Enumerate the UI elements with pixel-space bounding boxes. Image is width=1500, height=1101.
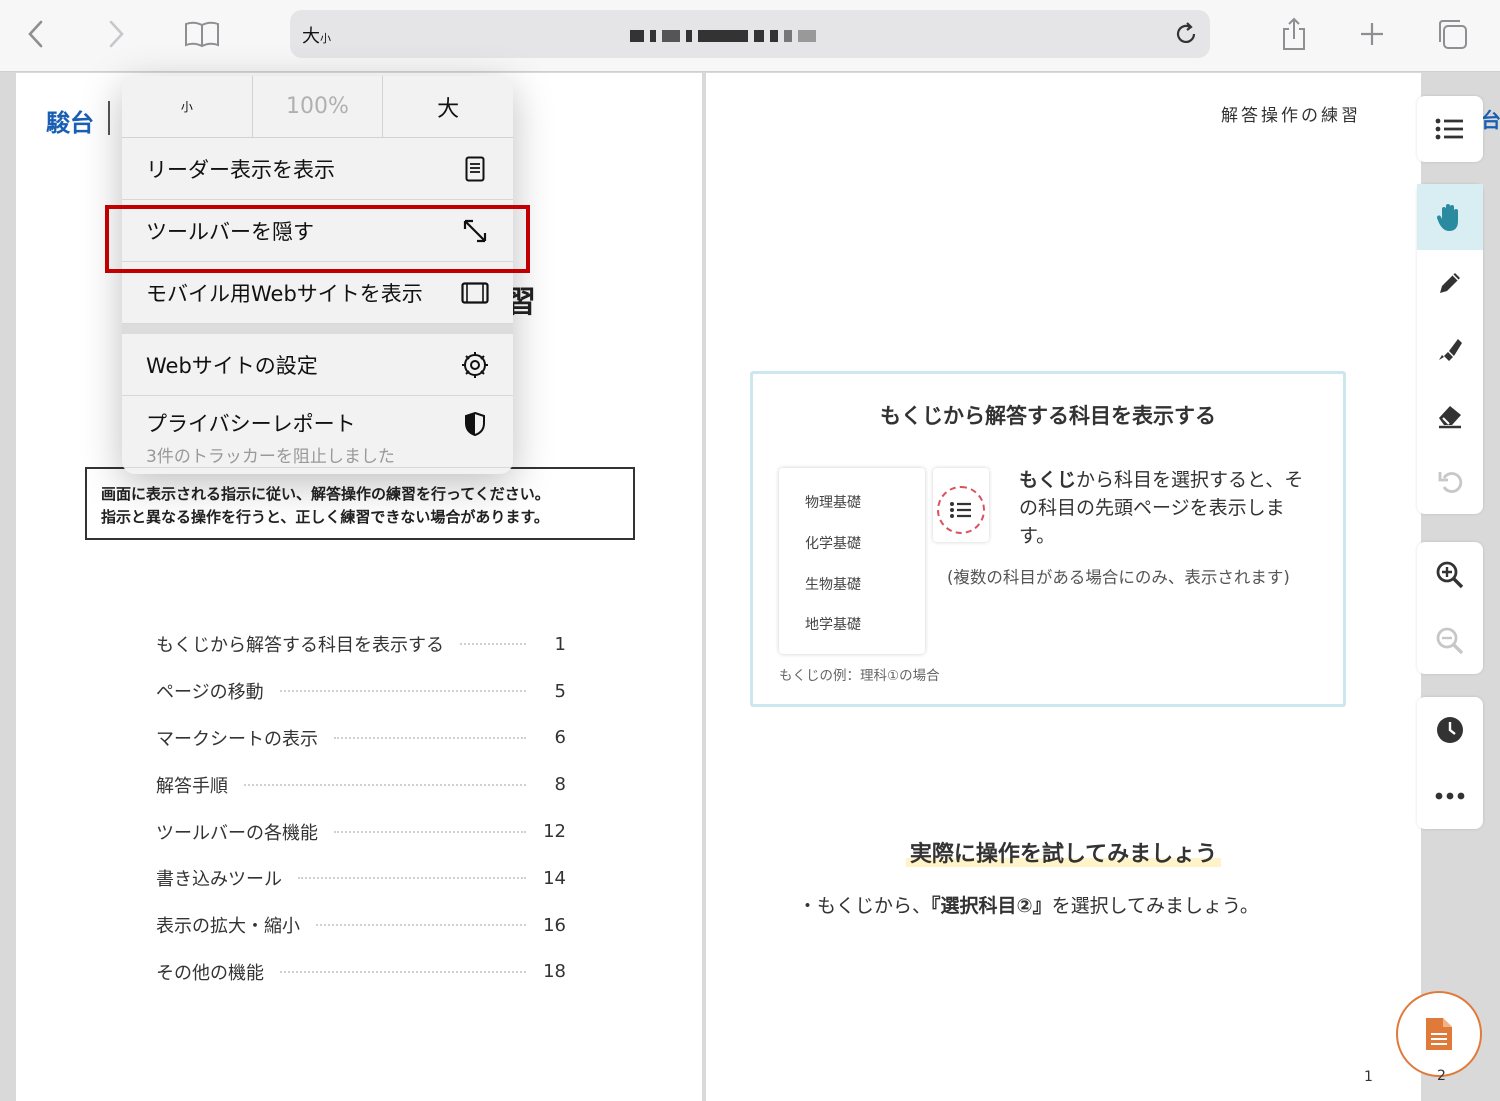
logo-divider [108,101,110,135]
toc-panel [1417,96,1483,162]
menu-item-reader[interactable]: リーダー表示を表示 [122,138,513,200]
mobile-frame-icon [461,279,489,307]
text-size-button[interactable]: 大小 [302,22,331,48]
menu-item-label: リーダー表示を表示 [146,157,335,182]
url-text-redacted [630,30,870,42]
toc-item[interactable]: その他の機能 18 [156,949,566,996]
toc-item[interactable]: もくじから解答する科目を表示する 1 [156,621,566,668]
text-zoom-row: 小 100% 大 [122,76,513,138]
zoom-out-icon[interactable] [1417,608,1483,674]
highlighter-icon[interactable] [1417,316,1483,382]
card-title: もくじから解答する科目を表示する [880,404,1216,428]
more-options-icon[interactable] [1417,763,1483,829]
zoom-percentage[interactable]: 100% [253,76,384,137]
right-page: 解答操作の練習 もくじから解答する科目を表示する 物理基礎 化学基礎 生物基礎 … [706,73,1421,1101]
example-caption: もくじの例：理科①の場合 [779,668,940,684]
page-header: 解答操作の練習 [1221,106,1361,126]
edge-logo-fragment: 台 [1481,108,1500,132]
zoom-in-icon[interactable] [1417,542,1483,608]
zoom-panel [1417,542,1483,674]
table-of-contents: もくじから解答する科目を表示する 1 ページの移動 5 マークシートの表示 6 解答手… [156,621,566,995]
try-instruction: ・もくじから、『選択科目②』を選択してみましょう。 [798,895,1259,917]
pencil-icon[interactable] [1417,250,1483,316]
subject-item: 化学基礎 [805,536,861,552]
toc-item[interactable]: ツールバーの各機能 12 [156,808,566,855]
toc-item[interactable]: 解答手順 8 [156,761,566,808]
toc-item[interactable]: 表示の拡大・縮小 16 [156,902,566,949]
tabs-overview-icon[interactable] [1432,14,1472,54]
card-description: もくじから科目を選択すると、その科目の先頭ページを表示します。 [1019,469,1304,547]
new-tab-icon[interactable] [1352,14,1392,54]
zoom-larger-button[interactable]: 大 [383,76,513,137]
menu-item-label: モバイル用Webサイトを表示 [146,281,423,306]
hand-tool-icon[interactable] [1417,184,1483,250]
page-number: 1 [1364,1069,1373,1085]
back-icon[interactable] [16,14,56,54]
try-heading: 実際に操作を試してみましょう [706,836,1421,868]
eraser-icon[interactable] [1417,382,1483,448]
subject-list-example: 物理基礎 化学基礎 生物基礎 地学基礎 [779,468,925,654]
undo-icon[interactable] [1417,448,1483,514]
share-icon[interactable] [1274,14,1314,54]
menu-item-label: プライバシーレポート [146,412,356,436]
answer-sheet-button[interactable] [1396,991,1482,1077]
subject-item: 生物基礎 [805,577,861,593]
page-menu-popover: 小 100% 大 リーダー表示を表示 ツールバーを隠す モバイル用Webサイトを… [122,76,513,474]
browser-toolbar: 大小 [0,0,1500,72]
shield-icon [461,410,489,438]
reload-icon[interactable] [1172,20,1200,48]
forward-icon[interactable] [96,14,136,54]
subject-item: 地学基礎 [805,617,861,633]
clock-icon[interactable] [1417,697,1483,763]
reader-icon [461,155,489,183]
toc-item[interactable]: 書き込みツール 14 [156,855,566,902]
misc-panel [1417,697,1483,829]
notice-line: 指示と異なる操作を行うと、正しく練習できない場合があります。 [101,508,549,526]
toc-icon-example [933,468,989,542]
card-note: (複数の科目がある場合にのみ、表示されます) [947,568,1290,587]
bookmarks-icon[interactable] [182,14,222,54]
instruction-notice: 画面に表示される指示に従い、解答操作の練習を行ってください。 指示と異なる操作を… [85,467,635,540]
list-icon [937,486,985,534]
instruction-card: もくじから解答する科目を表示する 物理基礎 化学基礎 生物基礎 地学基礎 もくじ… [750,371,1346,707]
drawing-tools-panel [1417,184,1483,514]
notice-line: 画面に表示される指示に従い、解答操作の練習を行ってください。 [101,485,550,503]
gear-icon [461,351,489,379]
sundai-logo: 駿台 [46,109,94,137]
toc-list-icon[interactable] [1417,96,1483,162]
toc-item[interactable]: ページの移動 5 [156,668,566,715]
zoom-smaller-button[interactable]: 小 [122,76,253,137]
address-bar[interactable]: 大小 [290,10,1210,58]
subject-item: 物理基礎 [805,495,861,511]
document-icon [1426,1018,1452,1050]
toc-item[interactable]: マークシートの表示 6 [156,715,566,762]
menu-item-sublabel: 3件のトラッカーを阻止しました [146,447,395,467]
answer-page-number: 2 [1437,1068,1446,1084]
highlight-annotation [105,205,530,273]
menu-item-privacy-report[interactable]: プライバシーレポート 3件のトラッカーを阻止しました [122,396,513,468]
menu-item-label: Webサイトの設定 [146,353,318,378]
menu-separator [122,324,513,334]
menu-item-website-settings[interactable]: Webサイトの設定 [122,334,513,396]
